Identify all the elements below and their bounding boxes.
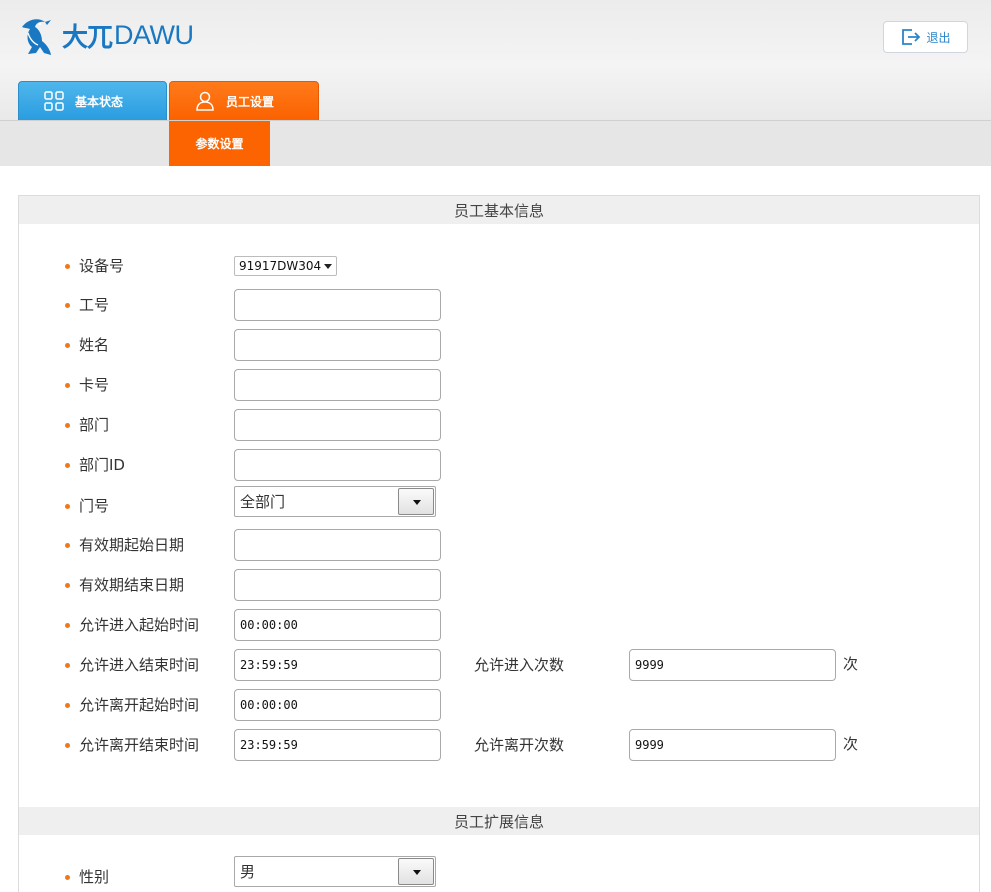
gender-select-value: 男	[240, 863, 256, 881]
leave-end-label: 允许离开结束时间	[64, 736, 200, 754]
leave-start-input[interactable]	[234, 689, 441, 721]
tab-staff-settings-label: 员工设置	[226, 94, 275, 109]
enter-count-input[interactable]	[629, 649, 836, 681]
valid-start-label: 有效期起始日期	[64, 536, 185, 554]
chevron-down-icon[interactable]	[398, 488, 434, 515]
emp-id-input[interactable]	[234, 289, 441, 321]
device-select-value: 91917DW304	[239, 259, 322, 273]
valid-end-label: 有效期结束日期	[64, 576, 185, 594]
enter-end-input[interactable]	[234, 649, 441, 681]
grid-icon	[44, 91, 64, 111]
logout-icon	[902, 29, 921, 45]
device-label: 设备号	[64, 257, 125, 275]
logout-button[interactable]: 退出	[883, 21, 968, 53]
card-input[interactable]	[234, 369, 441, 401]
valid-start-input[interactable]	[234, 529, 441, 561]
door-select[interactable]: 全部门	[234, 486, 436, 517]
gender-label: 性别	[64, 868, 110, 886]
brand-logo[interactable]: 大兀 DAWU	[18, 13, 194, 57]
leave-end-input[interactable]	[234, 729, 441, 761]
enter-start-label: 允许进入起始时间	[64, 616, 200, 634]
leave-start-label: 允许离开起始时间	[64, 696, 200, 714]
dept-label: 部门	[64, 416, 110, 434]
door-select-value: 全部门	[240, 493, 286, 511]
logo-en-text: DAWU	[114, 19, 194, 50]
user-icon	[196, 91, 214, 111]
tab-basic-status-label: 基本状态	[75, 94, 124, 109]
bird-logo-icon	[22, 19, 51, 55]
enter-count-label: 允许进入次数	[474, 656, 565, 674]
name-input[interactable]	[234, 329, 441, 361]
door-label: 门号	[64, 497, 110, 515]
tab-staff-settings[interactable]: 员工设置	[169, 81, 319, 121]
emp-id-label: 工号	[64, 296, 110, 314]
enter-start-input[interactable]	[234, 609, 441, 641]
leave-count-input[interactable]	[629, 729, 836, 761]
logo-cn-text: 大兀	[62, 22, 113, 53]
leave-count-unit: 次	[843, 735, 859, 753]
dept-input[interactable]	[234, 409, 441, 441]
subnav-bar	[0, 120, 991, 166]
valid-end-input[interactable]	[234, 569, 441, 601]
chevron-down-icon[interactable]	[398, 858, 434, 885]
card-label: 卡号	[64, 376, 110, 394]
section-title-extended: 员工扩展信息	[19, 807, 979, 835]
dept-id-input[interactable]	[234, 449, 441, 481]
tab-basic-status[interactable]: 基本状态	[18, 81, 167, 121]
logout-label: 退出	[926, 30, 951, 45]
leave-count-label: 允许离开次数	[474, 736, 565, 754]
section-title-basic: 员工基本信息	[19, 196, 979, 224]
gender-select[interactable]: 男	[234, 856, 436, 887]
device-select[interactable]: 91917DW304	[234, 256, 337, 276]
name-label: 姓名	[64, 336, 110, 354]
enter-end-label: 允许进入结束时间	[64, 656, 200, 674]
chevron-down-icon	[324, 264, 332, 269]
dept-id-label: 部门ID	[65, 456, 125, 474]
subtab-param-settings[interactable]: 参数设置	[169, 121, 270, 166]
form-panel: 员工基本信息 设备号 91917DW304 工号 姓名 卡号 部门 部门ID 门…	[18, 195, 980, 892]
enter-count-unit: 次	[843, 655, 859, 673]
